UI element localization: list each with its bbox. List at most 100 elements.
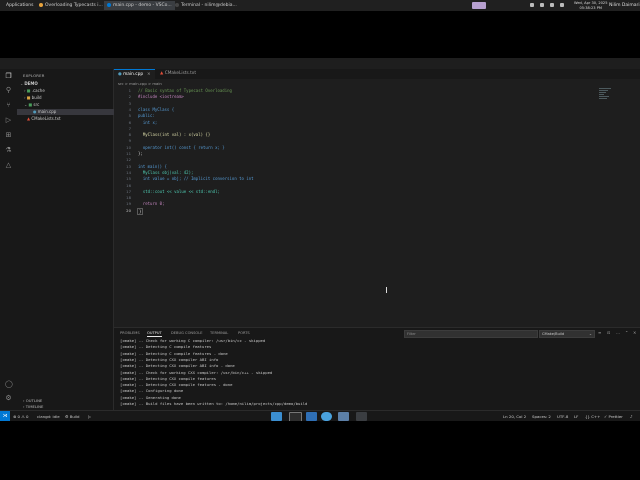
bottom-panel: PROBLEMS OUTPUT DEBUG CONSOLE TERMINAL P… xyxy=(114,327,640,411)
file-manager-dock-icon[interactable] xyxy=(271,412,282,421)
line-number: 5 xyxy=(128,113,131,119)
tab-output[interactable]: OUTPUT xyxy=(147,331,162,337)
line-number: 13 xyxy=(126,163,131,169)
output-line: [cmake] -- Check for working C compiler:… xyxy=(120,338,266,343)
tab-ports[interactable]: PORTS xyxy=(238,331,250,335)
remote-icon[interactable]: ⋊ xyxy=(0,411,10,421)
line-number: 20 xyxy=(126,207,131,213)
build-button[interactable]: ⚙ Build xyxy=(65,414,80,419)
line-ending[interactable]: LF xyxy=(574,414,578,419)
tab-cmakelists[interactable]: ▲ CMakeLists.txt xyxy=(156,69,200,79)
battery-icon[interactable] xyxy=(550,3,554,7)
output-line: [cmake] -- Configuring done xyxy=(120,388,184,394)
cmake-file-icon: ▲ xyxy=(27,116,31,121)
code-line: #include <iostream> xyxy=(138,94,184,100)
search-dock-icon[interactable] xyxy=(338,412,349,421)
output-line: [cmake] -- Detecting C compile features xyxy=(120,344,212,350)
system-topbar: Applications Overloading Typecasts i... … xyxy=(0,0,640,11)
folder-dock-icon[interactable] xyxy=(356,412,367,421)
account-icon[interactable]: ◯ xyxy=(5,381,13,388)
testing-icon[interactable]: ⚗ xyxy=(5,147,12,154)
task-terminal[interactable]: Terminal - nilim@debia... xyxy=(172,1,240,10)
extensions-icon[interactable]: ⊞ xyxy=(5,132,12,139)
folder-icon: ■ xyxy=(26,88,31,93)
tree-item-build[interactable]: ›■ build xyxy=(17,95,120,101)
cmake-icon[interactable]: △ xyxy=(5,162,12,169)
workspace-indicator[interactable] xyxy=(472,2,486,9)
prettier-status[interactable]: ✓ Prettier xyxy=(604,414,623,419)
close-icon[interactable]: × xyxy=(633,330,638,335)
browser-dock-icon[interactable] xyxy=(321,412,332,421)
volume-icon[interactable] xyxy=(540,3,544,7)
bell-icon[interactable]: ♪ xyxy=(630,414,632,419)
minimap[interactable] xyxy=(599,88,613,102)
vscode-icon xyxy=(107,2,111,7)
run-icon[interactable]: ▷ xyxy=(88,414,91,419)
tab-terminal[interactable]: TERMINAL xyxy=(210,331,228,335)
line-number: 1 xyxy=(128,88,131,93)
tab-problems[interactable]: PROBLEMS xyxy=(120,331,140,335)
encoding[interactable]: UTF-8 xyxy=(557,414,568,419)
tree-item-src[interactable]: ⌄■ src xyxy=(17,102,120,108)
task-vscode[interactable]: main.cpp - demo - VSCo... xyxy=(104,1,175,10)
line-number: 18 xyxy=(126,195,131,201)
chevron-up-icon[interactable]: ⌃ xyxy=(625,330,630,335)
settings-icon[interactable]: ⚙ xyxy=(5,395,12,402)
files-icon[interactable]: ❐ xyxy=(5,73,12,80)
more-icon[interactable]: … xyxy=(616,330,621,335)
task-typecasts-browser[interactable]: Overloading Typecasts i... xyxy=(36,1,106,10)
tab-main-cpp[interactable]: ● main.cpp × xyxy=(114,69,155,79)
output-line: [cmake] -- Detecting CXX compile feature… xyxy=(120,382,233,388)
code-line: // Basic syntax of Typecast Overloading xyxy=(138,88,232,93)
line-number: 10 xyxy=(126,144,131,150)
problems-status[interactable]: ⊗ 0 ⚠ 0 xyxy=(13,414,28,419)
folder-icon: ■ xyxy=(28,102,33,107)
line-number: 11 xyxy=(126,151,131,156)
user-name[interactable]: Nilim Daimari xyxy=(609,3,640,8)
lock-icon[interactable]: ⊡ xyxy=(607,330,612,335)
indentation[interactable]: Spaces: 2 xyxy=(532,414,551,419)
clangd-status[interactable]: clangd: idle xyxy=(37,414,60,419)
line-number: 8 xyxy=(128,132,131,138)
output-line: [cmake] -- Detecting CXX compiler ABI in… xyxy=(120,356,219,362)
chevron-right-icon: › xyxy=(24,88,26,93)
output-line: [cmake] -- Generating done xyxy=(120,394,181,400)
tab-debug-console[interactable]: DEBUG CONSOLE xyxy=(171,331,202,335)
terminal-dock-icon[interactable] xyxy=(289,412,302,421)
code-line: int x; xyxy=(138,119,158,125)
list-icon[interactable]: ≡ xyxy=(598,330,603,335)
run-debug-icon[interactable]: ▷ xyxy=(5,117,12,124)
chevron-right-icon: › xyxy=(24,95,26,100)
outline-section[interactable]: › OUTLINE xyxy=(23,398,42,403)
output-line: [cmake] -- Detecting CXX compiler ABI in… xyxy=(120,363,235,369)
tree-item-main-cpp[interactable]: ● main.cpp xyxy=(17,109,129,115)
tree-item-cmakelists[interactable]: ▲ CMakeLists.txt xyxy=(17,116,123,122)
tree-item-cache[interactable]: ›■ .cache xyxy=(17,88,120,94)
line-number: 4 xyxy=(128,106,131,112)
line-number: 2 xyxy=(128,94,131,100)
code-line: MyClass(int val) : x(val) {} xyxy=(138,132,211,138)
output-channel-select[interactable]: CMake/Build ⌄ xyxy=(539,330,595,338)
search-icon[interactable]: ⚲ xyxy=(5,87,12,94)
explorer-title: EXPLORER xyxy=(23,73,45,78)
output-filter-input[interactable]: Filter xyxy=(404,330,538,338)
activity-bar: ❐ ⚲ ⑂ ▷ ⊞ ⚗ △ ◯ ⚙ xyxy=(0,69,17,410)
browser-icon xyxy=(39,2,43,7)
network-icon[interactable] xyxy=(530,3,534,7)
warning-icon: ⚠ xyxy=(21,414,25,419)
notification-icon[interactable] xyxy=(560,3,564,7)
applications-menu[interactable]: Applications xyxy=(6,3,34,8)
vscode-window: ❐ ⚲ ⑂ ▷ ⊞ ⚗ △ ◯ ⚙ EXPLORER ⌄DEMO ›■ .cac… xyxy=(0,58,640,421)
editor-tabs: ● main.cpp × ▲ CMakeLists.txt xyxy=(114,69,640,79)
source-control-icon[interactable]: ⑂ xyxy=(5,102,12,109)
timeline-section[interactable]: › TIMELINE xyxy=(23,404,43,409)
close-icon[interactable]: × xyxy=(147,72,151,77)
language-mode[interactable]: {} C++ xyxy=(585,414,600,419)
code-editor[interactable]: 1 2 3 4 5 6 7 8 9 10 11 12 13 14 15 16 1… xyxy=(114,86,640,356)
clock[interactable]: Wed, Apr 30, 2025 05:38:23 PM xyxy=(574,1,607,10)
line-number: 15 xyxy=(126,176,131,182)
cursor-position[interactable]: Ln 20, Col 2 xyxy=(503,414,526,419)
files-dock-icon[interactable] xyxy=(306,412,317,421)
chevron-down-icon: ⌄ xyxy=(24,102,28,107)
workspace-root[interactable]: ⌄DEMO xyxy=(17,81,116,87)
